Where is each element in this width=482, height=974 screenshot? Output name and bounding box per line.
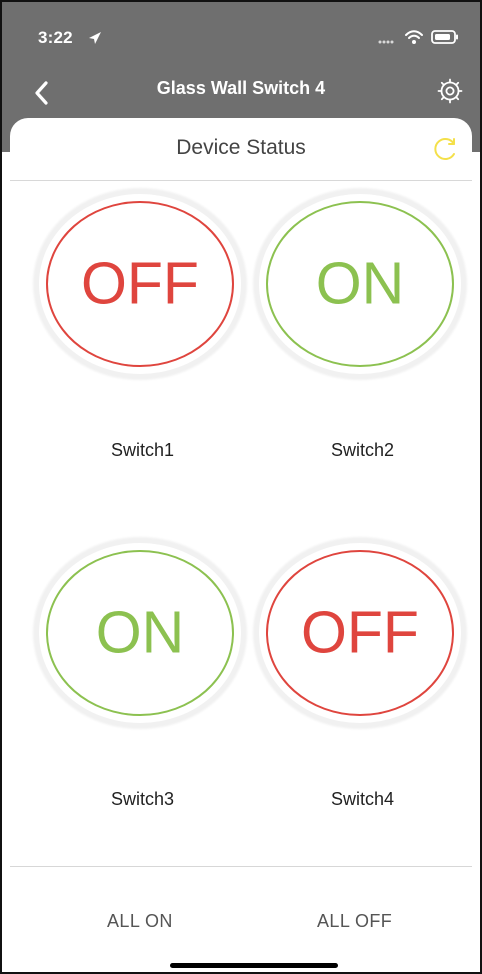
switch-state-2: ON [315,250,405,317]
device-status-panel: Device Status OFF Switch1 ON Switch2 ON … [10,118,472,972]
location-arrow-icon [89,32,101,44]
bulk-actions-footer: ALL ON ALL OFF [10,866,472,972]
navigation-bar: Glass Wall Switch 4 [2,68,480,116]
app-screen: 3:22 Glass Wall Switch 4 Device Status O… [0,0,482,974]
signal-dots-icon [378,40,394,44]
switch-toggle-2[interactable]: ON [259,194,461,374]
switch-card-4: OFF Switch4 [255,543,470,838]
panel-title: Device Status [176,136,306,159]
battery-icon [431,30,458,44]
all-off-button[interactable]: ALL OFF [317,911,392,932]
status-bar: 3:22 [2,2,480,68]
all-on-button[interactable]: ALL ON [107,911,173,932]
refresh-icon[interactable] [430,134,460,164]
switch-toggle-1[interactable]: OFF [39,194,241,374]
switch-label-2: Switch2 [330,440,395,460]
switch-label-4: Switch4 [330,789,395,809]
settings-gear-icon[interactable] [436,77,464,105]
switch-toggle-4[interactable]: OFF [259,543,461,723]
wifi-icon [405,30,423,44]
switch-label-1: Switch1 [110,440,175,460]
home-indicator [170,963,338,968]
switch-card-3: ON Switch3 [35,543,250,838]
status-time: 3:22 [38,28,73,47]
switch-label-3: Switch3 [110,789,175,809]
switch-state-4: OFF [301,599,419,666]
switch-state-1: OFF [81,250,199,317]
switch-card-1: OFF Switch1 [35,194,250,489]
switch-card-2: ON Switch2 [255,194,470,489]
page-title: Glass Wall Switch 4 [156,78,326,98]
panel-header: Device Status [10,118,472,181]
switch-toggle-3[interactable]: ON [39,543,241,723]
switch-state-3: ON [95,599,185,666]
